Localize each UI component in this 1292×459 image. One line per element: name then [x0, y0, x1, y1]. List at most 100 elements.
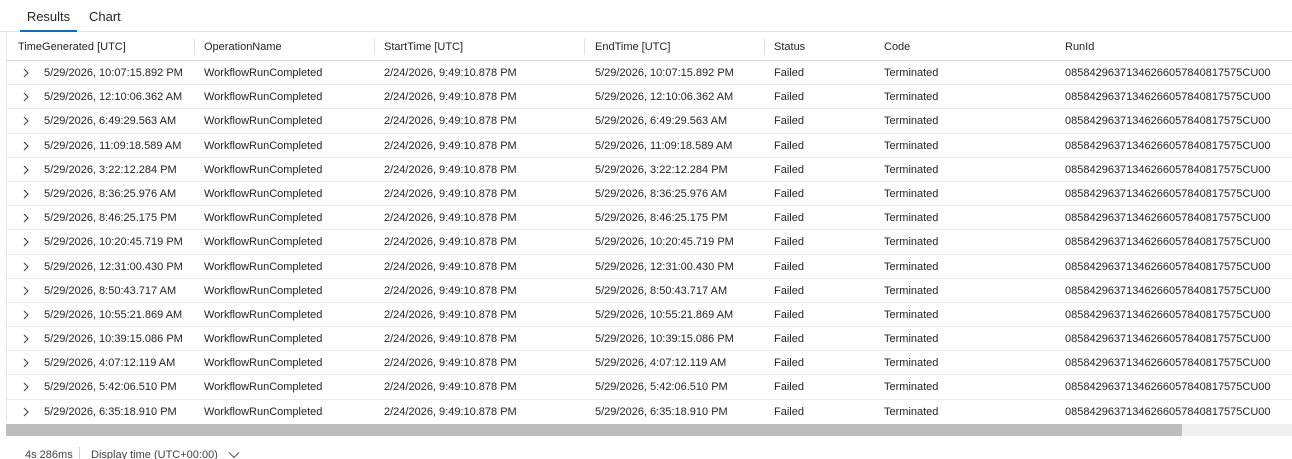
cell-operationname: WorkflowRunCompleted [204, 163, 323, 176]
cell-timegenerated: 5/29/2026, 10:20:45.719 PM [44, 236, 183, 249]
cell-code: Terminated [884, 139, 939, 152]
column-header-endtime[interactable]: EndTime [UTC] [595, 32, 670, 60]
table-row[interactable]: 5/29/2026, 12:10:06.362 AM WorkflowRunCom… [7, 85, 1292, 110]
results-table: TimeGenerated [UTC] OperationName StartT… [6, 32, 1292, 422]
cell-starttime: 2/24/2026, 9:49:10.878 PM [384, 405, 517, 418]
cell-code: Terminated [884, 357, 939, 370]
cell-operationname: WorkflowRunCompleted [204, 91, 323, 104]
chevron-right-icon[interactable] [21, 85, 31, 109]
column-header-status[interactable]: Status [774, 32, 805, 60]
cell-starttime: 2/24/2026, 9:49:10.878 PM [384, 187, 517, 200]
column-header-code[interactable]: Code [884, 32, 910, 60]
cell-code: Terminated [884, 212, 939, 225]
cell-starttime: 2/24/2026, 9:49:10.878 PM [384, 357, 517, 370]
cell-runid: 08584296371346266057840817575CU00 [1065, 260, 1271, 273]
cell-runid: 08584296371346266057840817575CU00 [1065, 284, 1271, 297]
cell-operationname: WorkflowRunCompleted [204, 381, 323, 394]
cell-endtime: 5/29/2026, 6:35:18.910 PM [595, 405, 728, 418]
chevron-right-icon[interactable] [21, 400, 31, 422]
cell-endtime: 5/29/2026, 10:20:45.719 PM [595, 236, 734, 249]
table-row[interactable]: 5/29/2026, 10:39:15.086 PM WorkflowRunCom… [7, 327, 1292, 352]
cell-runid: 08584296371346266057840817575CU00 [1065, 91, 1271, 104]
cell-runid: 08584296371346266057840817575CU00 [1065, 67, 1271, 79]
table-row[interactable]: 5/29/2026, 6:35:18.910 PM WorkflowRunComp… [7, 400, 1292, 422]
cell-starttime: 2/24/2026, 9:49:10.878 PM [384, 115, 517, 128]
scrollbar-thumb[interactable] [6, 424, 1182, 436]
status-divider [79, 447, 80, 459]
chevron-right-icon[interactable] [21, 109, 31, 133]
table-row[interactable]: 5/29/2026, 4:07:12.119 AM WorkflowRunComp… [7, 351, 1292, 376]
query-duration: 4s 286ms [25, 449, 73, 459]
cell-status: Failed [774, 163, 804, 176]
cell-endtime: 5/29/2026, 10:07:15.892 PM [595, 67, 734, 79]
chevron-down-icon[interactable] [228, 451, 240, 459]
column-resize-handle[interactable] [374, 39, 375, 55]
chevron-right-icon[interactable] [21, 279, 31, 303]
cell-status: Failed [774, 284, 804, 297]
table-row[interactable]: 5/29/2026, 10:20:45.719 PM WorkflowRunCom… [7, 230, 1292, 255]
table-row[interactable]: 5/29/2026, 8:50:43.717 AM WorkflowRunComp… [7, 279, 1292, 303]
table-row[interactable]: 5/29/2026, 5:42:06.510 PM WorkflowRunComp… [7, 375, 1292, 400]
chevron-right-icon[interactable] [21, 375, 31, 399]
column-resize-handle[interactable] [584, 39, 585, 55]
chevron-right-icon[interactable] [21, 206, 31, 230]
chevron-right-icon[interactable] [21, 182, 31, 206]
chevron-right-icon[interactable] [21, 134, 31, 158]
column-header-runid[interactable]: RunId [1065, 32, 1094, 60]
table-row[interactable]: 5/29/2026, 6:49:29.563 AM WorkflowRunComp… [7, 109, 1292, 134]
table-row[interactable]: 5/29/2026, 8:46:25.175 PM WorkflowRunComp… [7, 206, 1292, 231]
column-resize-handle[interactable] [764, 39, 765, 55]
cell-runid: 08584296371346266057840817575CU00 [1065, 163, 1271, 176]
cell-status: Failed [774, 91, 804, 104]
cell-status: Failed [774, 187, 804, 200]
cell-starttime: 2/24/2026, 9:49:10.878 PM [384, 308, 517, 321]
cell-starttime: 2/24/2026, 9:49:10.878 PM [384, 236, 517, 249]
cell-endtime: 5/29/2026, 8:46:25.175 PM [595, 212, 728, 225]
cell-endtime: 5/29/2026, 8:36:25.976 AM [595, 187, 728, 200]
cell-status: Failed [774, 236, 804, 249]
cell-status: Failed [774, 212, 804, 225]
chevron-right-icon[interactable] [21, 230, 31, 254]
cell-timegenerated: 5/29/2026, 4:07:12.119 AM [44, 357, 176, 370]
chevron-right-icon[interactable] [21, 327, 31, 351]
table-row[interactable]: 5/29/2026, 10:07:15.892 PM WorkflowRunCom… [7, 61, 1292, 86]
cell-operationname: WorkflowRunCompleted [204, 67, 323, 79]
table-row[interactable]: 5/29/2026, 11:09:18.589 AM WorkflowRunCom… [7, 134, 1292, 158]
cell-timegenerated: 5/29/2026, 8:46:25.175 PM [44, 212, 177, 225]
cell-starttime: 2/24/2026, 9:49:10.878 PM [384, 163, 517, 176]
chevron-right-icon[interactable] [21, 351, 31, 375]
cell-code: Terminated [884, 405, 939, 418]
cell-operationname: WorkflowRunCompleted [204, 212, 323, 225]
cell-operationname: WorkflowRunCompleted [204, 284, 323, 297]
cell-timegenerated: 5/29/2026, 8:50:43.717 AM [44, 284, 177, 297]
table-row[interactable]: 5/29/2026, 8:36:25.976 AM WorkflowRunComp… [7, 182, 1292, 207]
display-time-dropdown[interactable]: Display time (UTC+00:00) [91, 449, 218, 459]
horizontal-scrollbar[interactable] [6, 424, 1292, 436]
column-header-timegenerated[interactable]: TimeGenerated [UTC] [18, 32, 126, 60]
chevron-right-icon[interactable] [21, 158, 31, 182]
cell-timegenerated: 5/29/2026, 6:35:18.910 PM [44, 405, 177, 418]
cell-code: Terminated [884, 284, 939, 297]
tab-chart[interactable]: Chart [89, 0, 123, 31]
cell-runid: 08584296371346266057840817575CU00 [1065, 333, 1271, 346]
tab-results[interactable]: Results [20, 0, 77, 32]
cell-status: Failed [774, 139, 804, 152]
table-row[interactable]: 5/29/2026, 10:55:21.869 AM WorkflowRunCom… [7, 303, 1292, 328]
cell-operationname: WorkflowRunCompleted [204, 187, 323, 200]
cell-timegenerated: 5/29/2026, 8:36:25.976 AM [44, 187, 177, 200]
cell-operationname: WorkflowRunCompleted [204, 115, 323, 128]
chevron-right-icon[interactable] [21, 303, 31, 327]
cell-endtime: 5/29/2026, 12:10:06.362 AM [595, 91, 734, 104]
cell-timegenerated: 5/29/2026, 10:55:21.869 AM [44, 308, 183, 321]
cell-starttime: 2/24/2026, 9:49:10.878 PM [384, 260, 517, 273]
chevron-right-icon[interactable] [21, 255, 31, 279]
table-row[interactable]: 5/29/2026, 3:22:12.284 PM WorkflowRunComp… [7, 158, 1292, 182]
column-header-starttime[interactable]: StartTime [UTC] [384, 32, 463, 60]
cell-runid: 08584296371346266057840817575CU00 [1065, 187, 1271, 200]
cell-endtime: 5/29/2026, 11:09:18.589 AM [595, 139, 733, 152]
column-header-operationname[interactable]: OperationName [204, 32, 282, 60]
cell-code: Terminated [884, 115, 939, 128]
table-row[interactable]: 5/29/2026, 12:31:00.430 PM WorkflowRunCom… [7, 255, 1292, 279]
chevron-right-icon[interactable] [21, 61, 31, 85]
column-resize-handle[interactable] [194, 39, 195, 55]
